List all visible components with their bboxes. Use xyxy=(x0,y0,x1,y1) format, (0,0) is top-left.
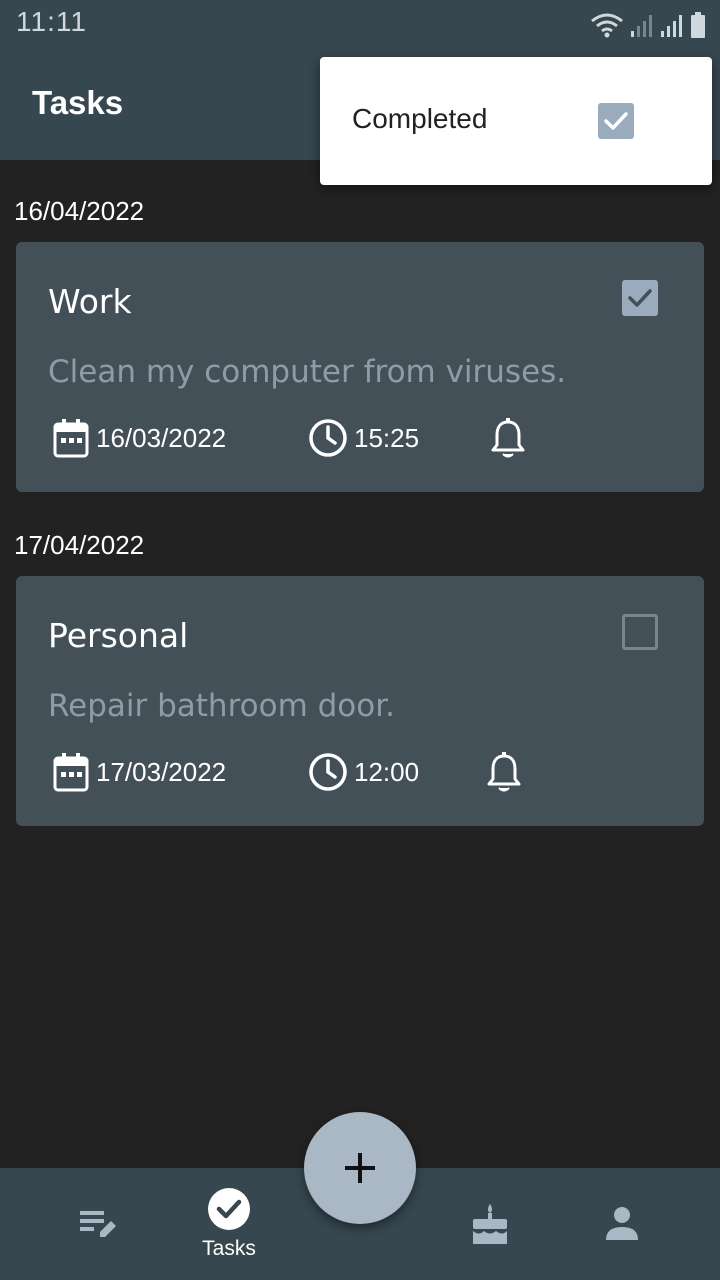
date-header: 17/04/2022 xyxy=(14,530,145,560)
calendar-icon xyxy=(53,753,89,792)
task-time-value: 15:25 xyxy=(354,422,420,453)
completed-filter-checkbox[interactable] xyxy=(598,103,634,139)
menu-item-completed-label[interactable]: Completed xyxy=(352,103,487,135)
task-complete-checkbox[interactable] xyxy=(622,614,658,650)
task-description: Clean my computer from viruses. xyxy=(48,354,567,390)
task-category: Work xyxy=(48,282,132,321)
task-date-value: 17/03/2022 xyxy=(96,756,227,787)
notes-icon xyxy=(80,1211,116,1237)
signal-icon-2 xyxy=(661,15,682,37)
check-icon xyxy=(604,112,628,130)
check-circle-icon xyxy=(208,1188,250,1230)
battery-icon xyxy=(691,12,705,38)
status-bar: 11:11 xyxy=(0,0,720,50)
task-date: 16/03/2022 xyxy=(52,418,226,458)
overflow-menu: Completed xyxy=(320,57,712,185)
task-complete-checkbox[interactable] xyxy=(622,280,658,316)
plus-icon xyxy=(345,1153,375,1183)
clock-icon xyxy=(309,753,347,791)
nav-item-birthdays[interactable] xyxy=(450,1168,530,1280)
bell-icon[interactable] xyxy=(490,418,526,460)
task-card[interactable]: Personal Repair bathroom door. 17/03/202… xyxy=(16,576,704,826)
nav-item-tasks[interactable]: Tasks xyxy=(188,1168,270,1280)
nav-item-notes[interactable] xyxy=(58,1168,138,1280)
page-title: Tasks xyxy=(32,84,124,121)
task-date: 17/03/2022 xyxy=(52,752,226,792)
clock-icon xyxy=(309,419,347,457)
task-date-value: 16/03/2022 xyxy=(96,422,227,453)
add-task-button[interactable] xyxy=(304,1112,416,1224)
task-time: 15:25 xyxy=(308,418,419,458)
task-time: 12:00 xyxy=(308,752,419,792)
cake-icon xyxy=(473,1204,507,1244)
nav-item-profile[interactable] xyxy=(582,1168,662,1280)
status-icons xyxy=(590,12,706,38)
check-icon xyxy=(628,289,652,307)
wifi-icon xyxy=(591,13,623,38)
signal-icon-1 xyxy=(631,15,652,37)
task-description: Repair bathroom door. xyxy=(48,688,395,724)
task-card[interactable]: Work Clean my computer from viruses. 16/… xyxy=(16,242,704,492)
task-time-value: 12:00 xyxy=(354,756,420,787)
person-icon xyxy=(606,1207,638,1240)
status-time: 11:11 xyxy=(16,6,87,37)
nav-label-tasks: Tasks xyxy=(202,1237,256,1260)
calendar-icon xyxy=(53,419,89,458)
bell-icon[interactable] xyxy=(486,752,522,794)
task-category: Personal xyxy=(48,616,189,655)
date-header: 16/04/2022 xyxy=(14,196,145,226)
